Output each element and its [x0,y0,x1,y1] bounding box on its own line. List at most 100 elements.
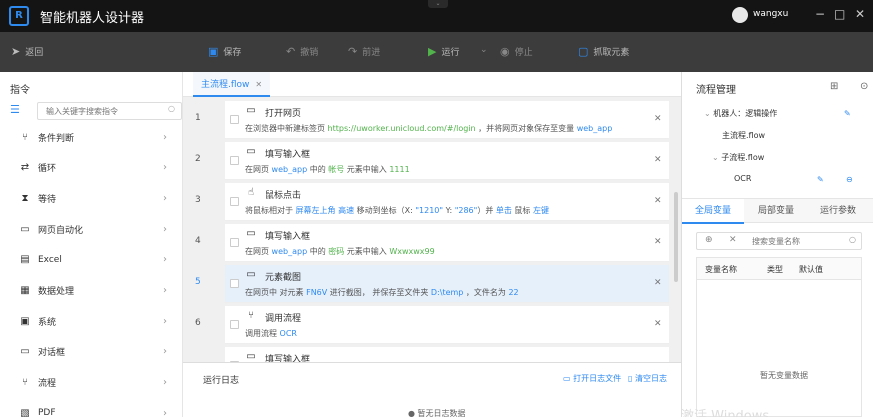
delete-ocr-icon[interactable]: ⊖ [846,175,853,184]
redo-icon: ↷ [348,45,358,58]
step-checkbox[interactable] [230,238,239,247]
back-button[interactable]: ➤ 返回 [11,45,43,58]
step-description-part: 中的 [307,247,329,256]
search-icon[interactable]: ○ [168,104,175,113]
remove-variable-icon[interactable]: ✕ [729,235,737,245]
line-number: 4 [195,236,201,246]
tree-robot[interactable]: ⌄ 机器人：逻辑操作 [704,108,777,119]
hourglass-icon: ⧗ [21,192,29,204]
tab-run-parameters[interactable]: 运行参数 [820,199,856,224]
save-button[interactable]: ▣ 保存 [208,45,241,58]
category-item[interactable]: ⇄ 循环 › [0,153,183,183]
remove-step-icon[interactable]: ✕ [654,196,662,206]
category-item[interactable]: ▤ Excel › [0,245,183,275]
toolbar: ➤ 返回 ▣ 保存 ↶ 撤销 ↷ 前进 ▶ 运行 ⌄ ◉ 停止 ▢ 抓取元素 [0,32,873,72]
dialog-icon: ▭ [20,346,30,358]
flow-step[interactable]: ▭ 填写输入框 在网页 web_app 中的 密码 元素中输入 Wxwxwx99 ✕ [225,224,669,262]
step-description-part: 单击 [495,206,512,215]
step-checkbox[interactable] [230,115,239,124]
flow-step[interactable]: ▭ 填写输入框 在网页 web_app 中的 帐号 元素中输入 1111 ✕ [225,142,669,180]
remove-step-icon[interactable]: ✕ [654,319,662,329]
flow-step[interactable]: ▭ 元素截图 在网页中 对元素 FN6V 进行截图， 并保存至文件夹 D:\temp… [225,265,669,303]
run-button[interactable]: ▶ 运行 [428,45,459,58]
tree-sub-flow-group[interactable]: ⌄ 子流程.flow [712,152,764,163]
remove-step-icon[interactable]: ✕ [654,114,662,124]
chevron-right-icon: › [163,285,167,296]
edit-ocr-icon[interactable]: ✎ [817,175,824,184]
minimize-button[interactable]: − [815,7,825,21]
column-type: 类型 [767,265,783,274]
flow-step[interactable]: ▭ 填写输入框 [225,347,669,362]
user-avatar-icon[interactable] [732,7,748,23]
maximize-button[interactable]: □ [834,7,845,21]
log-panel: 运行日志 ▭ 打开日志文件 ▯ 清空日志 ● 暂无日志数据 [183,362,681,417]
category-item[interactable]: ▣ 系统 › [0,306,183,336]
step-checkbox[interactable] [230,320,239,329]
flow-management-title: 流程管理 [696,85,736,96]
folder-icon: ▭ [563,374,574,383]
editor-scrollbar[interactable] [674,192,678,282]
step-checkbox[interactable] [230,197,239,206]
category-item[interactable]: ▭ 对话框 › [0,337,183,367]
edit-robot-icon[interactable]: ✎ [844,109,851,118]
chevron-down-icon: ⌄ [712,153,722,162]
search-icon[interactable]: ○ [849,235,856,244]
clear-log-button[interactable]: ▯ 清空日志 [628,373,667,384]
save-icon: ▣ [208,45,219,58]
log-title: 运行日志 [203,376,240,386]
user-name[interactable]: wangxu [753,9,788,19]
tree-main-flow[interactable]: 主流程.flow [722,130,765,141]
variable-table: 变量名称 类型 默认值 暂无变量数据 [696,257,862,417]
flow-step[interactable]: ▭ 打开网页 在浏览器中新建标签页 https://uworker.unicloud… [225,101,669,139]
step-description-part: 左键 [532,206,549,215]
line-number: 6 [195,318,201,328]
add-flow-icon[interactable]: ⊞ [830,81,838,92]
capture-element-button[interactable]: ▢ 抓取元素 [578,45,629,58]
tree-ocr-flow[interactable]: OCR [734,174,751,183]
category-item[interactable]: ▭ 网页自动化 › [0,214,183,244]
step-title: 打开网页 [265,109,302,119]
collapse-list-icon[interactable]: ☰ [10,103,20,116]
remove-step-icon[interactable]: ✕ [654,278,662,288]
chevron-right-icon: › [163,162,167,174]
step-description-part: 帐号 [328,165,345,174]
tab-global-variables[interactable]: 全局变量 [682,199,745,224]
webpage-icon: ▭ [20,223,30,235]
flow-step[interactable]: ☝ 鼠标点击 将鼠标相对于 屏幕左上角 高速 移动到坐标（X: "1210" Y: … [225,183,669,221]
flow-step[interactable]: ⑂ 调用流程 调用流程 OCR ✕ [225,306,669,344]
chevron-right-icon: › [163,346,167,358]
title-bar: R 智能机器人设计器 ⌄ wangxu − □ ✕ [0,0,873,32]
undo-button[interactable]: ↶ 撤销 [286,45,318,58]
step-description-part: web_app [271,165,308,174]
tab-local-variables[interactable]: 局部变量 [758,199,794,224]
variable-empty-text: 暂无变量数据 [760,371,808,380]
step-description-part: 在浏览器中新建标签页 [245,124,328,133]
category-item[interactable]: ⑂ 条件判断 › [0,122,183,152]
remove-step-icon[interactable]: ✕ [654,237,662,247]
close-tab-icon[interactable]: ✕ [255,80,262,89]
category-label: 流程 [38,379,57,390]
category-item[interactable]: ▧ PDF › [0,398,183,417]
category-item[interactable]: ▦ 数据处理 › [0,276,183,306]
tab-main-flow[interactable]: 主流程.flow ✕ [193,72,271,97]
instruction-search-input[interactable] [37,102,182,120]
category-item[interactable]: ⑂ 流程 › [0,368,183,398]
add-variable-icon[interactable]: ⊕ [705,235,713,245]
step-checkbox[interactable] [230,156,239,165]
category-item[interactable]: ⧗ 等待 › [0,183,183,213]
branch-icon: ⑂ [22,131,28,143]
line-number: 5 [195,277,201,287]
open-log-file-button[interactable]: ▭ 打开日志文件 [563,373,621,384]
category-label: 条件判断 [38,133,75,144]
variable-search-input[interactable] [752,234,848,248]
remove-step-icon[interactable]: ✕ [654,155,662,165]
stop-button[interactable]: ◉ 停止 [500,45,533,58]
settings-icon[interactable]: ⊙ [860,81,868,92]
title-notch[interactable]: ⌄ [428,0,448,8]
step-description-part: "1210" [415,206,444,215]
run-dropdown-button[interactable]: ⌄ [480,45,488,55]
redo-button[interactable]: ↷ 前进 [348,45,380,58]
step-description: 在网页中 对元素 FN6V 进行截图， 并保存至文件夹 D:\temp ，文件名… [245,287,519,298]
close-window-button[interactable]: ✕ [855,7,865,21]
step-checkbox[interactable] [230,279,239,288]
